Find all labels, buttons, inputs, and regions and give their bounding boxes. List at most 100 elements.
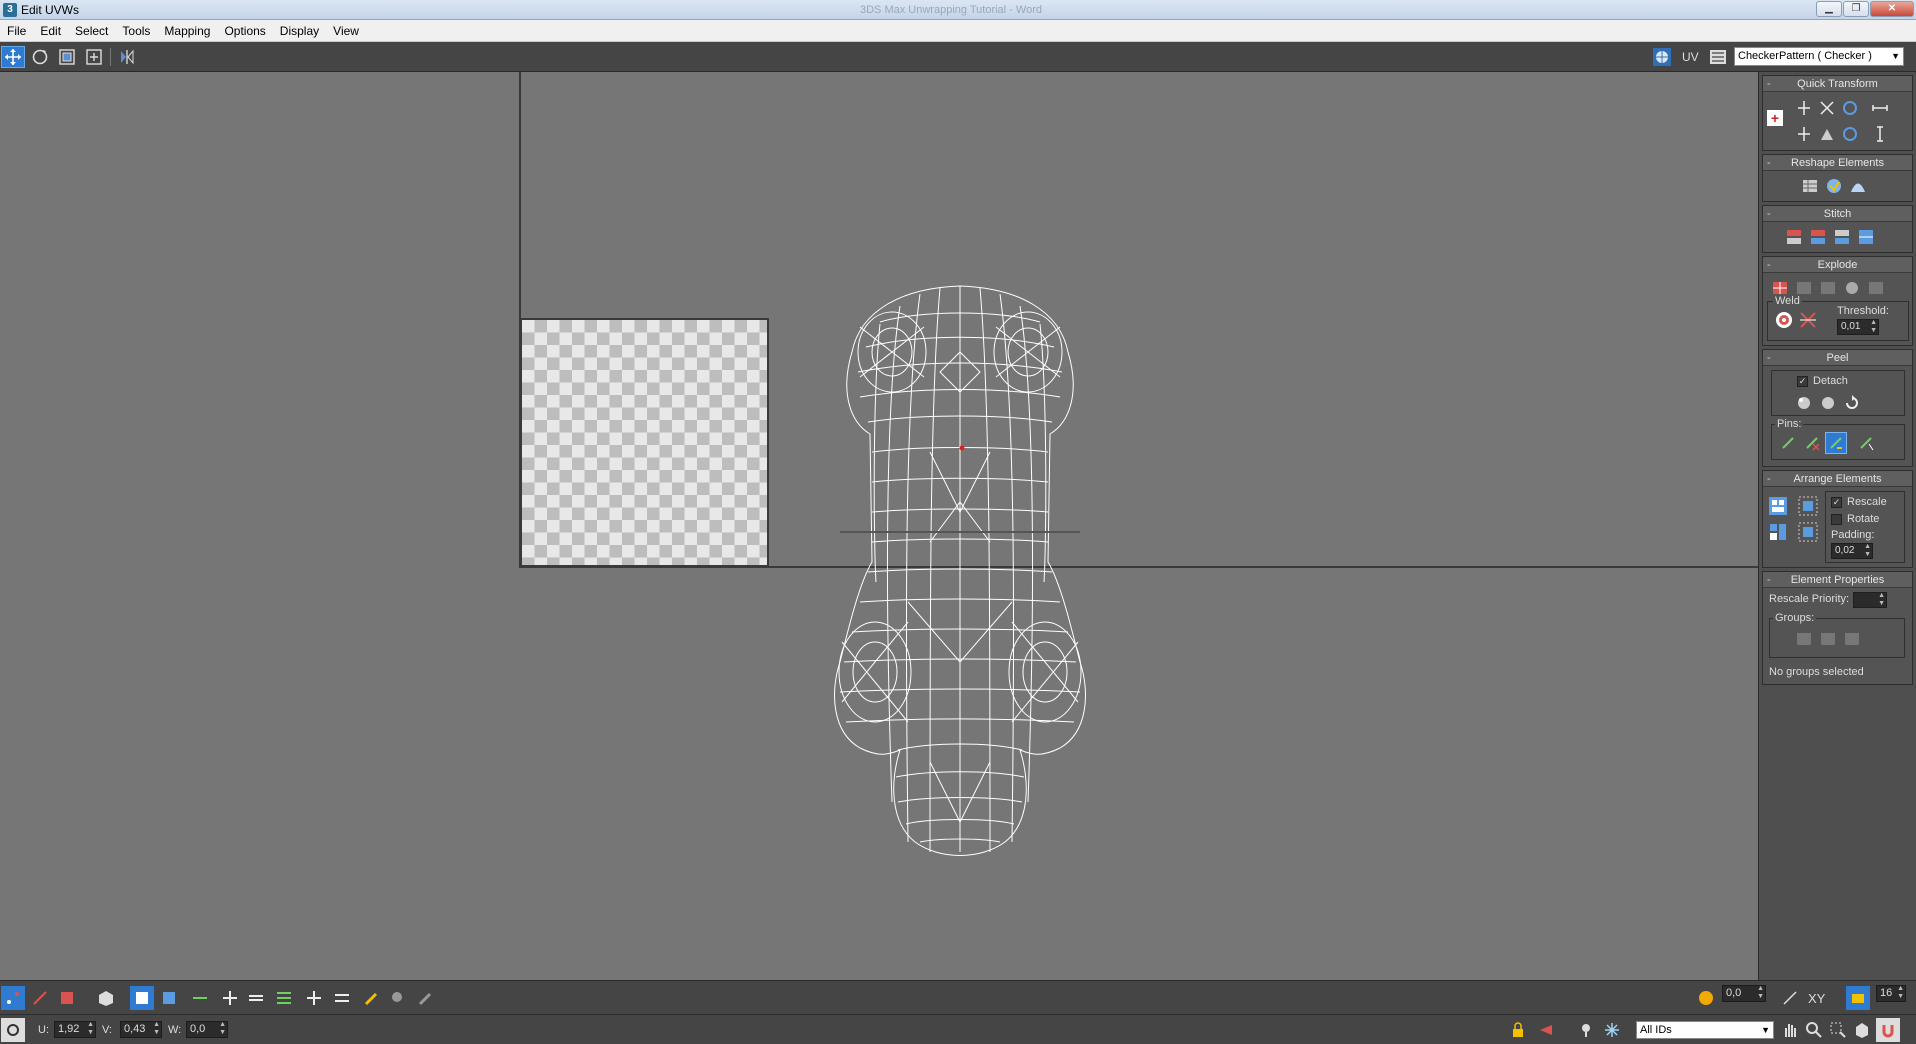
pivot-icon[interactable]: +: [1767, 110, 1783, 126]
explode-header[interactable]: - Explode: [1763, 257, 1912, 273]
rescale-priority-spinner[interactable]: ▲ ▼: [1853, 592, 1887, 608]
element-select-icon[interactable]: [94, 986, 118, 1010]
menu-view[interactable]: View: [326, 20, 366, 42]
scale-icon[interactable]: [55, 46, 79, 68]
align-vertical-icon[interactable]: [1793, 123, 1815, 145]
ring-select-icon[interactable]: [272, 986, 296, 1010]
menu-file[interactable]: File: [0, 20, 33, 42]
space-horizontal-icon[interactable]: [1869, 97, 1891, 119]
quick-transform-header[interactable]: - Quick Transform: [1763, 76, 1912, 92]
angle-spinner[interactable]: 0,0 ▲ ▼: [1722, 985, 1766, 1002]
shrink-loop-icon[interactable]: [244, 986, 268, 1010]
grow-loop-icon[interactable]: [218, 986, 242, 1010]
mirror-icon[interactable]: [115, 46, 139, 68]
straighten-selection-icon[interactable]: [1799, 175, 1821, 197]
u-spinner[interactable]: 1,92 ▲ ▼: [54, 1021, 96, 1038]
grow-ring-icon[interactable]: [302, 986, 326, 1010]
paint-grow-icon[interactable]: [386, 986, 410, 1010]
soft-selection-icon[interactable]: [1694, 986, 1718, 1010]
magnet-icon[interactable]: [1876, 1018, 1900, 1042]
hide-icon[interactable]: [1534, 1018, 1558, 1042]
pack-together-icon[interactable]: [1767, 521, 1789, 543]
paint-select-icon[interactable]: [360, 986, 384, 1010]
peel-reset-icon[interactable]: [1841, 392, 1863, 414]
zoom-icon[interactable]: [1802, 1018, 1826, 1042]
pack-normalize-icon[interactable]: [1767, 495, 1789, 517]
rotate-icon[interactable]: [28, 46, 52, 68]
pack-custom-icon[interactable]: [1797, 495, 1819, 517]
straighten-icon[interactable]: [1816, 123, 1838, 145]
flatten-by-smoothing-icon[interactable]: [1865, 277, 1887, 299]
weld-target-icon[interactable]: [1773, 309, 1795, 331]
edge-distance-icon[interactable]: [1778, 986, 1802, 1010]
paint-shrink-icon[interactable]: [414, 986, 438, 1010]
pack-recursive-icon[interactable]: [1797, 521, 1819, 543]
peel-lscm-icon[interactable]: [1817, 392, 1839, 414]
align-horizontal-icon[interactable]: [1793, 97, 1815, 119]
edge-select-icon[interactable]: [28, 986, 52, 1010]
stitch-average-icon[interactable]: [1807, 226, 1829, 248]
grid-spinner[interactable]: 16 ▲ ▼: [1876, 985, 1906, 1002]
close-button[interactable]: ✕: [1870, 1, 1914, 17]
texture-globe-icon[interactable]: [1650, 46, 1674, 68]
loop-select-icon[interactable]: [188, 986, 212, 1010]
zoom-region-icon[interactable]: [1826, 1018, 1850, 1042]
auto-pin-moved-icon[interactable]: [1825, 432, 1847, 454]
element-properties-header[interactable]: - Element Properties: [1763, 572, 1912, 588]
menu-edit[interactable]: Edit: [33, 20, 68, 42]
stitch-custom-icon[interactable]: [1855, 226, 1877, 248]
flatten-by-angle-icon[interactable]: [1817, 277, 1839, 299]
flatten-by-material-icon[interactable]: [1841, 277, 1863, 299]
menu-mapping[interactable]: Mapping: [157, 20, 217, 42]
grow-selection-icon[interactable]: [130, 986, 154, 1010]
select-group-icon[interactable]: [1841, 628, 1863, 650]
pan-icon[interactable]: [1778, 1018, 1802, 1042]
detach-checkbox[interactable]: ✓: [1797, 376, 1808, 387]
align-diagonal-icon[interactable]: [1816, 97, 1838, 119]
rotate-minus-icon[interactable]: [1839, 123, 1861, 145]
shrink-ring-icon[interactable]: [330, 986, 354, 1010]
rotate-plus-icon[interactable]: [1839, 97, 1861, 119]
group-selected-icon[interactable]: [1793, 628, 1815, 650]
uv-wireframe-mesh[interactable]: [780, 202, 1140, 862]
menu-display[interactable]: Display: [273, 20, 326, 42]
snap-icon[interactable]: [1846, 986, 1870, 1010]
arrange-elements-header[interactable]: - Arrange Elements: [1763, 471, 1912, 487]
freeze-icon[interactable]: [1600, 1018, 1624, 1042]
zoom-extents-icon[interactable]: [1850, 1018, 1874, 1042]
texture-dropdown[interactable]: CheckerPattern ( Checker ) ▼: [1734, 47, 1904, 66]
flatten-icon[interactable]: [1847, 175, 1869, 197]
relax-icon[interactable]: [1823, 175, 1845, 197]
menu-select[interactable]: Select: [68, 20, 115, 42]
rescale-checkbox[interactable]: ✓: [1831, 497, 1842, 508]
absolute-offset-icon[interactable]: [1, 1018, 25, 1042]
polygon-select-icon[interactable]: [55, 986, 79, 1010]
minimize-button[interactable]: ▁: [1816, 1, 1842, 17]
stitch-header[interactable]: - Stitch: [1763, 206, 1912, 222]
v-spinner[interactable]: 0,43 ▲ ▼: [120, 1021, 162, 1038]
maximize-button[interactable]: ❐: [1843, 1, 1869, 17]
lock-selection-icon[interactable]: [1506, 1018, 1530, 1042]
move-icon[interactable]: [1, 46, 25, 68]
select-pins-icon[interactable]: [1855, 432, 1877, 454]
vertex-select-icon[interactable]: [1, 986, 25, 1010]
texture-list-icon[interactable]: [1706, 46, 1730, 68]
rotate-checkbox[interactable]: [1831, 514, 1842, 525]
show-icon[interactable]: [1574, 1018, 1598, 1042]
reshape-elements-header[interactable]: - Reshape Elements: [1763, 155, 1912, 171]
padding-spinner[interactable]: 0,02 ▲ ▼: [1831, 543, 1873, 559]
peel-header[interactable]: - Peel: [1763, 350, 1912, 366]
menu-tools[interactable]: Tools: [115, 20, 157, 42]
stitch-to-target-icon[interactable]: [1783, 226, 1805, 248]
space-vertical-icon[interactable]: [1869, 123, 1891, 145]
ungroup-selected-icon[interactable]: [1817, 628, 1839, 650]
menu-options[interactable]: Options: [217, 20, 272, 42]
unpin-selected-icon[interactable]: [1801, 432, 1823, 454]
freeform-icon[interactable]: [82, 46, 106, 68]
peel-mode-icon[interactable]: [1793, 392, 1815, 414]
threshold-spinner[interactable]: 0,01 ▲ ▼: [1837, 319, 1879, 335]
weld-selected-icon[interactable]: [1797, 309, 1819, 331]
uv-editor-viewport[interactable]: [0, 72, 1758, 980]
w-spinner[interactable]: 0,0 ▲ ▼: [186, 1021, 228, 1038]
pin-selected-icon[interactable]: [1777, 432, 1799, 454]
